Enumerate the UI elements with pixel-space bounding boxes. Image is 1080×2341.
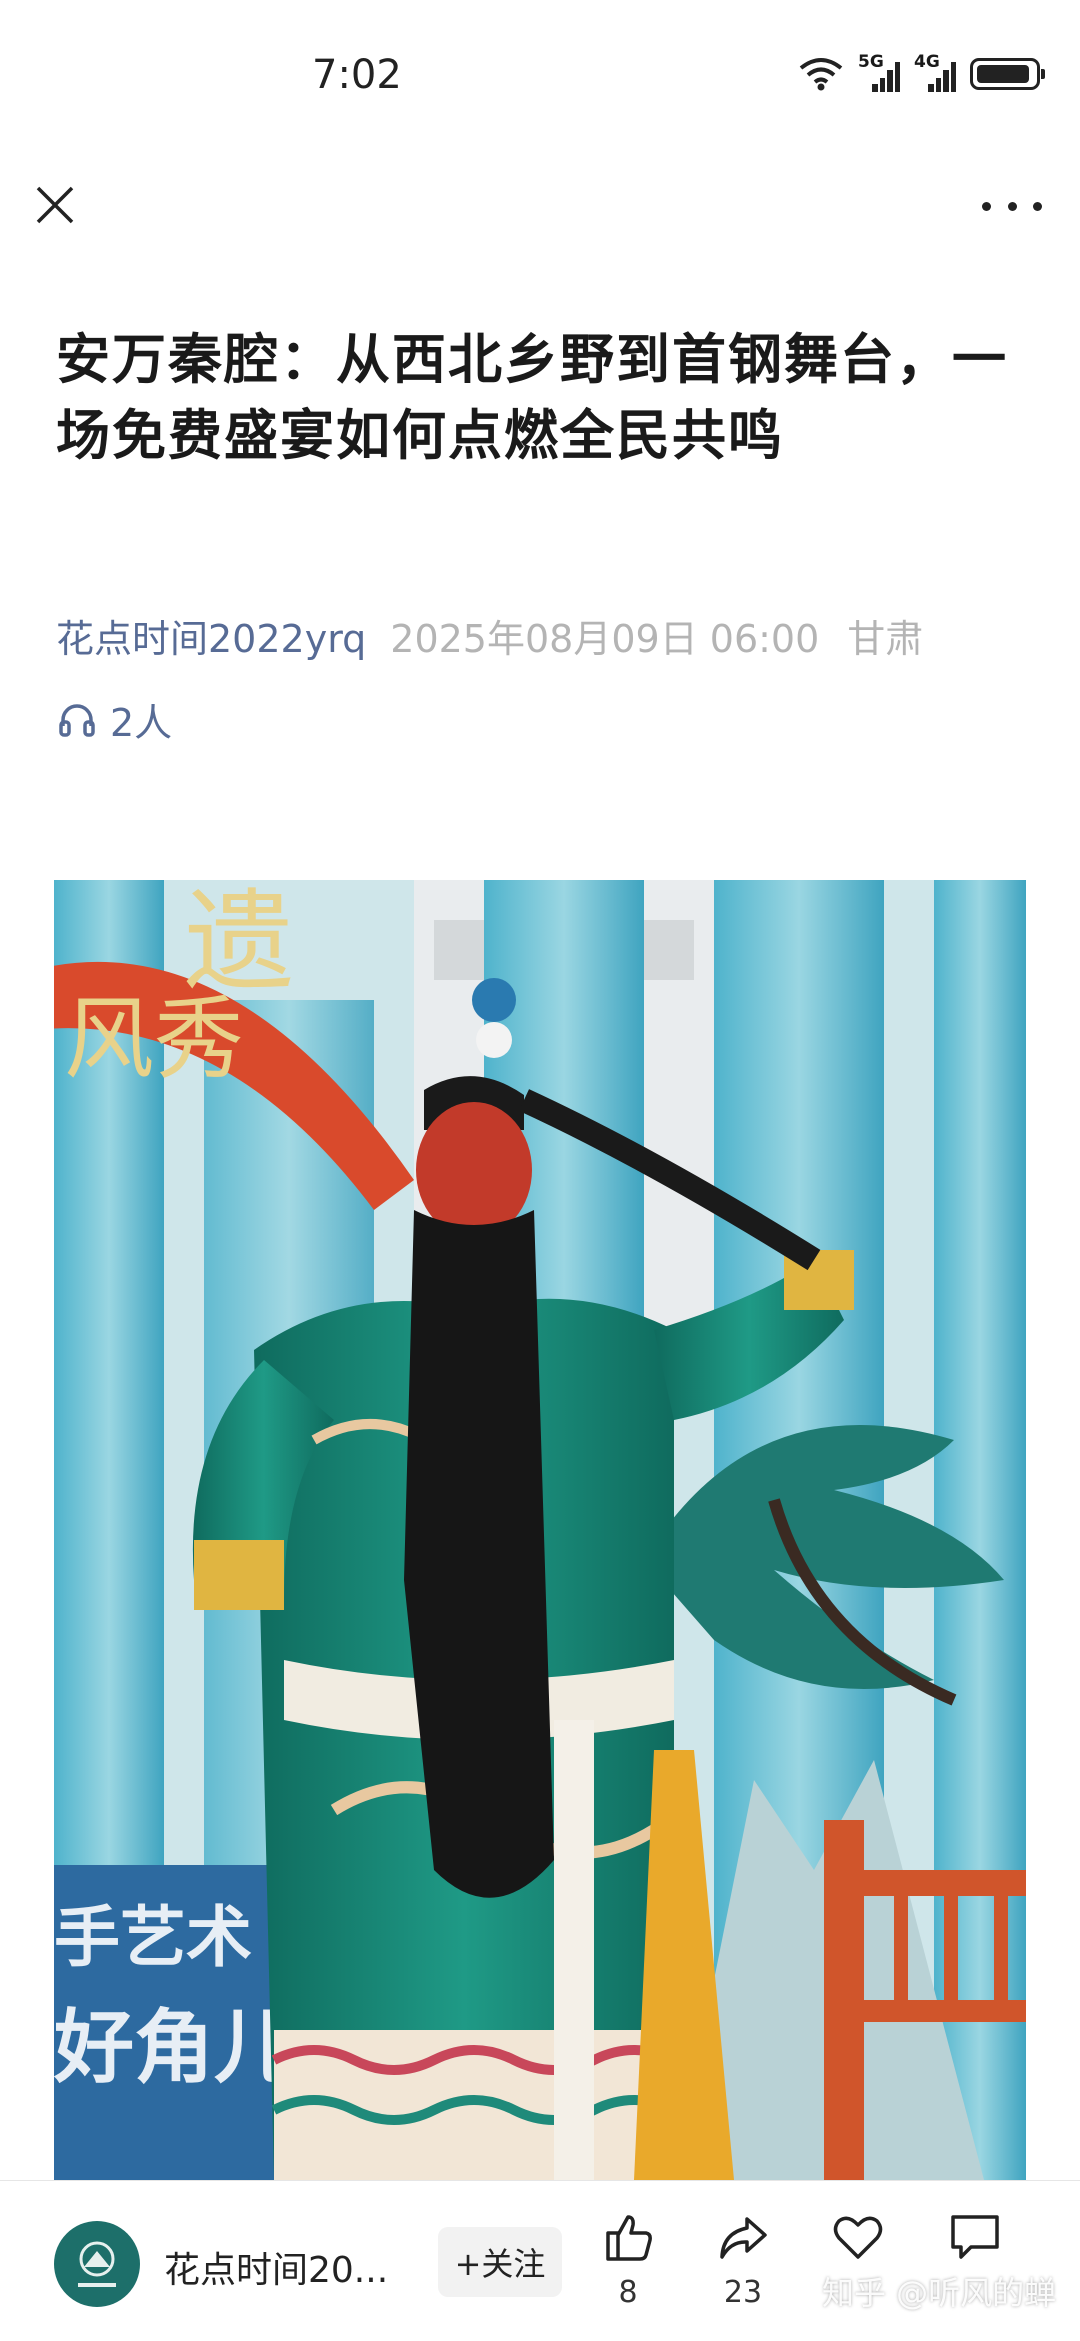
thumbs-up-icon — [606, 2215, 652, 2261]
article-meta: 花点时间2022yrq 2025年08月09日 06:00 甘肃 — [56, 608, 923, 663]
like-button[interactable]: 8 — [588, 2209, 668, 2329]
status-time: 7:02 — [312, 52, 402, 98]
article-photo[interactable]: 遗 风秀 手艺术 好角儿 — [54, 880, 1026, 2180]
close-icon — [36, 186, 74, 224]
more-options-button[interactable] — [982, 186, 1042, 226]
wifi-icon — [799, 58, 843, 91]
signal-4g-icon: 4G — [914, 52, 956, 92]
share-button[interactable]: 23 — [703, 2209, 783, 2329]
avatar-logo-icon — [78, 2241, 116, 2287]
share-arrow-icon — [720, 2217, 767, 2259]
status-icons: 5G 4G — [798, 52, 1045, 92]
more-dot-icon — [1033, 201, 1042, 211]
listen-button[interactable]: 2人 — [58, 692, 172, 747]
listener-count: 2人 — [110, 701, 173, 745]
author-link[interactable]: 花点时间2022yrq — [56, 617, 366, 661]
publish-date: 2025年08月09日 06:00 — [390, 617, 820, 661]
follow-button[interactable]: +关注 — [438, 2227, 562, 2297]
heart-icon — [833, 2216, 883, 2259]
bottom-bar: 花点时间20... +关注 8 23 — [0, 2180, 1080, 2341]
more-dot-icon — [982, 201, 991, 211]
battery-icon — [970, 58, 1045, 90]
banner-subtext: 风秀 — [64, 987, 244, 1092]
more-dot-icon — [1007, 201, 1017, 211]
like-count: 8 — [618, 2275, 638, 2310]
article-title: 安万秦腔：从西北乡野到首钢舞台，一场免费盛宴如何点燃全民共鸣 — [56, 328, 1008, 467]
sign-text-line2: 好角儿 — [54, 2001, 294, 2094]
status-bar: 7:02 5G 4G — [0, 0, 1080, 150]
account-avatar[interactable] — [54, 2221, 140, 2307]
headphones-icon — [59, 703, 95, 737]
opera-performer-image: 遗 风秀 手艺术 好角儿 — [54, 880, 1026, 2180]
signal-5g-icon: 5G — [858, 52, 900, 92]
watermark-text: 知乎 @听风的蝉 — [822, 2274, 1057, 2312]
close-button[interactable] — [30, 180, 80, 230]
sign-text-line1: 手艺术 — [54, 1899, 252, 1976]
share-count: 23 — [723, 2275, 763, 2310]
region-label: 甘肃 — [847, 617, 924, 661]
comment-icon — [951, 2215, 999, 2259]
account-name[interactable]: 花点时间20... — [164, 2241, 388, 2293]
